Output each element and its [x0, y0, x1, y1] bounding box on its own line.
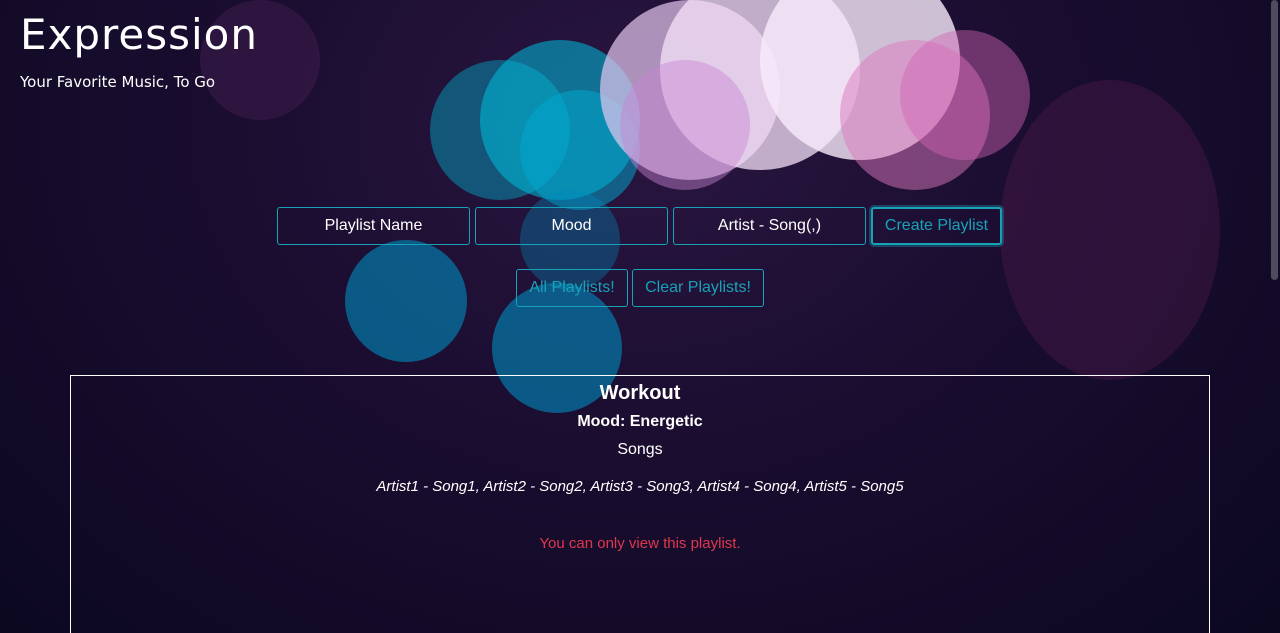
create-playlist-form: Playlist Name Mood Artist - Song(,) Crea… [277, 207, 1002, 245]
create-playlist-button[interactable]: Create Playlist [871, 207, 1002, 245]
songs-input[interactable]: Artist - Song(,) [673, 207, 866, 245]
clear-playlists-button[interactable]: Clear Playlists! [632, 269, 764, 307]
playlist-name-input[interactable]: Playlist Name [277, 207, 470, 245]
playlist-actions: All Playlists! Clear Playlists! [516, 269, 764, 307]
playlist-mood: Mood: Energetic [577, 413, 703, 430]
playlist-card: Workout Mood: Energetic Songs Artist1 - … [70, 375, 1210, 633]
app-title: Expression [20, 10, 258, 59]
scrollbar[interactable] [1271, 0, 1278, 280]
songs-list: Artist1 - Song1, Artist2 - Song2, Artist… [376, 478, 904, 495]
app-tagline: Your Favorite Music, To Go [20, 73, 216, 91]
all-playlists-button[interactable]: All Playlists! [516, 269, 628, 307]
view-only-notice: You can only view this playlist. [539, 535, 741, 552]
mood-input[interactable]: Mood [475, 207, 668, 245]
songs-heading: Songs [617, 441, 663, 458]
playlist-name: Workout [599, 382, 681, 404]
